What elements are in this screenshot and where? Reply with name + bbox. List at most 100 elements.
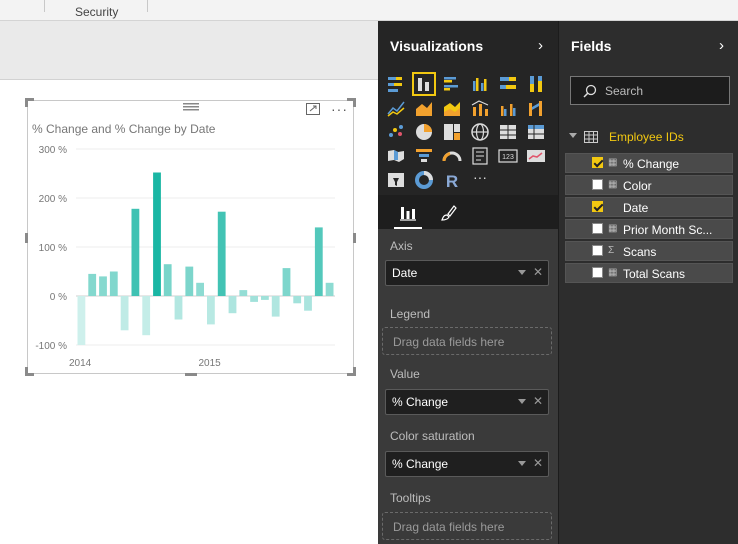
field-item[interactable]: ▦ Prior Month Sc...: [565, 219, 733, 239]
slicer-icon[interactable]: [385, 169, 407, 191]
fields-tab-icon[interactable]: [398, 203, 418, 223]
bar[interactable]: [120, 296, 129, 331]
value-field[interactable]: % Change ✕: [385, 389, 549, 415]
remove-field-icon[interactable]: ✕: [533, 456, 543, 470]
stacked-column-chart-icon[interactable]: [412, 72, 436, 96]
line-chart-icon[interactable]: [385, 97, 407, 119]
axis-field[interactable]: Date ✕: [385, 260, 549, 286]
bar[interactable]: [282, 268, 291, 296]
x-tick-label: 2015: [199, 358, 222, 369]
format-paintbrush-icon[interactable]: [438, 203, 458, 223]
field-checkbox[interactable]: [592, 267, 603, 278]
calculator-icon: ▦: [608, 223, 618, 234]
bar[interactable]: [271, 296, 280, 317]
stacked-bar-chart-icon[interactable]: [385, 73, 407, 95]
line-and-clustered-column-icon[interactable]: [497, 97, 519, 119]
dropdown-arrow-icon[interactable]: [518, 270, 526, 275]
resize-handle[interactable]: [353, 98, 356, 107]
clustered-bar-chart-icon[interactable]: [441, 73, 463, 95]
dropdown-arrow-icon[interactable]: [518, 461, 526, 466]
bar[interactable]: [325, 282, 334, 296]
bar[interactable]: [99, 276, 107, 296]
field-checkbox[interactable]: [592, 201, 603, 212]
field-label: Total Scans: [623, 267, 686, 281]
color-saturation-field[interactable]: % Change ✕: [385, 451, 549, 477]
more-options-icon[interactable]: ···: [331, 101, 348, 117]
field-search[interactable]: [570, 76, 730, 105]
tooltips-drop-zone[interactable]: Drag data fields here: [382, 512, 552, 540]
calculator-icon: ▦: [608, 179, 618, 190]
line-and-stacked-column-icon[interactable]: [469, 97, 491, 119]
card-icon[interactable]: 123: [497, 145, 519, 167]
field-label: Scans: [623, 245, 657, 259]
table-employee-ids[interactable]: Employee IDs: [566, 129, 736, 147]
field-checkbox[interactable]: [592, 157, 603, 168]
field-item[interactable]: ▦ Color: [565, 175, 733, 195]
resize-handle[interactable]: [185, 373, 197, 376]
multi-row-card-icon[interactable]: [469, 145, 491, 167]
bar[interactable]: [217, 211, 226, 296]
clustered-column-chart-icon[interactable]: [469, 73, 491, 95]
bar[interactable]: [88, 273, 97, 296]
chevron-right-icon[interactable]: ›: [538, 37, 543, 54]
value-field-value: % Change: [392, 395, 449, 409]
table-visual-icon[interactable]: [497, 121, 519, 143]
bar[interactable]: [228, 296, 237, 314]
bar-chart[interactable]: 300 % 200 % 100 % 0 % -100 %2014 2015: [27, 135, 354, 373]
r-script-visual-icon[interactable]: R: [441, 169, 463, 191]
bar[interactable]: [314, 227, 323, 296]
bar[interactable]: [196, 282, 204, 296]
area-chart-icon[interactable]: [413, 97, 435, 119]
bar[interactable]: [207, 296, 215, 325]
bar[interactable]: [163, 264, 172, 296]
legend-drop-zone[interactable]: Drag data fields here: [382, 327, 552, 355]
treemap-icon[interactable]: [441, 121, 463, 143]
bar[interactable]: [77, 296, 86, 345]
axis-label: Axis: [390, 239, 413, 253]
bar[interactable]: [185, 266, 194, 296]
pie-chart-icon[interactable]: [413, 121, 435, 143]
drag-grip-icon[interactable]: [183, 103, 199, 111]
bar[interactable]: [174, 296, 183, 320]
more-visuals-icon[interactable]: ···: [473, 169, 495, 191]
dropdown-arrow-icon[interactable]: [518, 399, 526, 404]
matrix-icon[interactable]: [525, 121, 547, 143]
page-header-bar: [0, 21, 378, 80]
bar[interactable]: [142, 296, 151, 336]
100-stacked-column-icon[interactable]: [525, 73, 547, 95]
field-item[interactable]: ▦ % Change: [565, 153, 733, 173]
scatter-chart-icon[interactable]: [385, 121, 407, 143]
collapse-icon[interactable]: [569, 133, 577, 138]
bar[interactable]: [239, 290, 248, 296]
remove-field-icon[interactable]: ✕: [533, 394, 543, 408]
field-item[interactable]: Date: [565, 197, 733, 217]
donut-chart-icon[interactable]: [413, 169, 435, 191]
bar[interactable]: [109, 271, 118, 297]
bar[interactable]: [131, 208, 140, 296]
resize-handle[interactable]: [25, 98, 28, 107]
field-checkbox[interactable]: [592, 223, 603, 234]
bar[interactable]: [293, 296, 302, 304]
funnel-icon[interactable]: [413, 145, 435, 167]
kpi-icon[interactable]: [525, 145, 547, 167]
bar[interactable]: [304, 296, 312, 311]
table-icon: [584, 131, 598, 143]
focus-mode-icon[interactable]: [306, 103, 320, 115]
search-input[interactable]: [603, 82, 727, 100]
100-stacked-bar-icon[interactable]: [497, 73, 519, 95]
map-icon[interactable]: [469, 121, 491, 143]
field-item[interactable]: Σ Scans: [565, 241, 733, 261]
bar[interactable]: [261, 296, 269, 300]
bar[interactable]: [153, 172, 161, 297]
field-checkbox[interactable]: [592, 245, 603, 256]
filled-map-icon[interactable]: [385, 145, 407, 167]
bar[interactable]: [250, 296, 258, 302]
stacked-area-chart-icon[interactable]: [441, 97, 463, 119]
gauge-icon[interactable]: [441, 145, 463, 167]
chevron-right-icon[interactable]: ›: [719, 37, 724, 54]
ribbon-chart-icon[interactable]: [525, 97, 547, 119]
remove-field-icon[interactable]: ✕: [533, 265, 543, 279]
drop-placeholder: Drag data fields here: [393, 520, 505, 534]
field-checkbox[interactable]: [592, 179, 603, 190]
field-item[interactable]: ▦ Total Scans: [565, 263, 733, 283]
